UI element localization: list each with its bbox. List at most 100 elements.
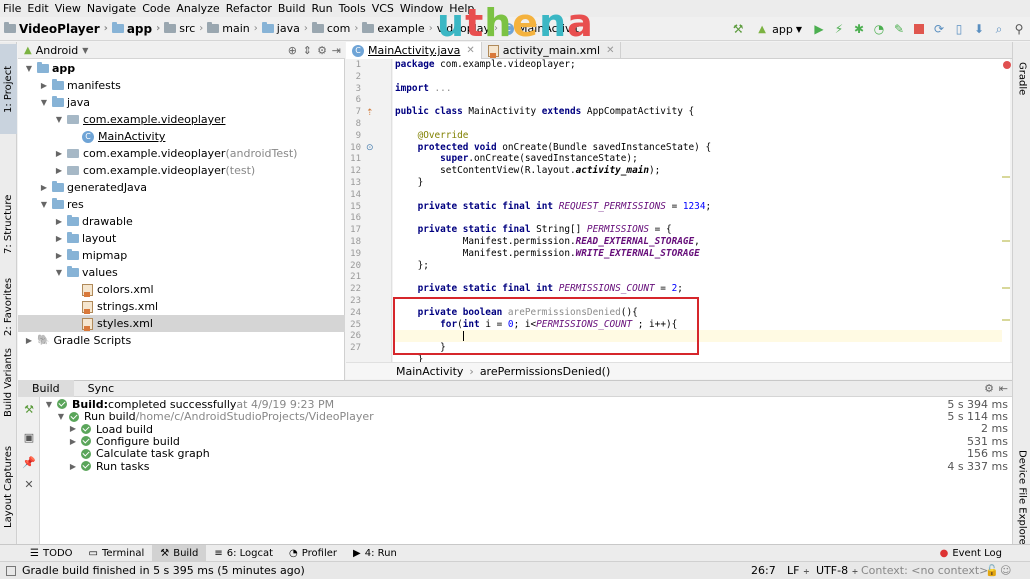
sdk-manager-icon[interactable]: ⬇ — [972, 22, 986, 36]
breadcrumb-java[interactable]: java › — [261, 22, 312, 35]
collapsed-arrow-icon[interactable]: ▶ — [54, 166, 64, 175]
chevron-down-icon[interactable]: ▼ — [82, 46, 88, 55]
breadcrumb-project[interactable]: VideoPlayer › — [4, 22, 112, 36]
tree-item[interactable]: ▼ java — [18, 94, 345, 111]
tab-layout-captures[interactable]: Layout Captures — [0, 437, 17, 537]
breadcrumb-main[interactable]: main › — [207, 22, 261, 35]
tree-item[interactable]: ▶ drawable — [18, 213, 345, 230]
menu-navigate[interactable]: Navigate — [84, 0, 139, 17]
pin-icon[interactable]: 📌 — [22, 455, 36, 469]
collapse-all-icon[interactable]: ⇕ — [303, 44, 312, 57]
tab-gradle[interactable]: Gradle — [1013, 54, 1030, 104]
menu-refactor[interactable]: Refactor — [223, 0, 275, 17]
tree-item[interactable]: strings.xml — [18, 298, 345, 315]
close-icon[interactable]: ✕ — [22, 477, 36, 491]
collapsed-arrow-icon[interactable]: ▶ — [39, 183, 49, 192]
tree-item[interactable]: styles.xml — [18, 315, 345, 332]
file-encoding[interactable]: UTF-8 ÷ — [816, 564, 858, 577]
override-method-icon[interactable]: ⊙ — [366, 143, 374, 153]
tree-item[interactable]: colors.xml — [18, 281, 345, 298]
breadcrumb-class[interactable]: MainActivity — [396, 365, 463, 378]
tree-item[interactable]: ▶ 🐘 Gradle Scripts — [18, 332, 345, 349]
tree-item[interactable]: ▼ com.example.videoplayer — [18, 111, 345, 128]
breadcrumb-src[interactable]: src › — [164, 22, 207, 35]
build-tree-row[interactable]: ▶ Configure build 531 ms — [40, 435, 1012, 448]
close-icon[interactable]: ✕ — [466, 45, 474, 56]
collapsed-arrow-icon[interactable]: ▶ — [54, 234, 64, 243]
toggle-view-icon[interactable]: ▣ — [22, 430, 36, 444]
line-separator[interactable]: LF ÷ — [787, 564, 810, 577]
tree-item[interactable]: ▶ com.example.videoplayer (test) — [18, 162, 345, 179]
close-icon[interactable]: ✕ — [606, 45, 614, 56]
make-project-hammer-icon[interactable]: ⚒ — [731, 22, 745, 36]
gear-icon[interactable]: ⚙ — [984, 382, 994, 395]
collapsed-arrow-icon[interactable]: ▶ — [68, 424, 78, 433]
override-class-icon[interactable]: ⇡ — [366, 108, 374, 118]
tree-item[interactable]: ▼ app — [18, 60, 345, 77]
breadcrumb-example[interactable]: example › — [362, 22, 436, 35]
expanded-arrow-icon[interactable]: ▼ — [56, 412, 66, 421]
apply-changes-icon[interactable]: ⚡ — [832, 22, 846, 36]
tree-item[interactable]: ▶ layout — [18, 230, 345, 247]
tab-mainactivity-java[interactable]: C MainActivity.java ✕ — [346, 42, 482, 59]
tree-item[interactable]: ▼ res — [18, 196, 345, 213]
tree-item[interactable]: C MainActivity — [18, 128, 345, 145]
profile-icon[interactable]: ◔ — [872, 22, 886, 36]
expanded-arrow-icon[interactable]: ▼ — [44, 400, 54, 409]
expanded-arrow-icon[interactable]: ▼ — [54, 115, 64, 124]
expanded-arrow-icon[interactable]: ▼ — [39, 200, 49, 209]
build-tree-row[interactable]: ▶ Load build 2 ms — [40, 422, 1012, 435]
android-profiler-icon[interactable]: ⌕ — [992, 22, 1006, 36]
hide-panel-icon[interactable]: ⇥ — [332, 44, 341, 57]
tab-structure[interactable]: 7: Structure — [0, 172, 17, 277]
bottom-tool-button[interactable]: ◔ Profiler — [281, 545, 345, 562]
expanded-arrow-icon[interactable]: ▼ — [54, 268, 64, 277]
build-tree-row[interactable]: ▶ Run tasks 4 s 337 ms — [40, 460, 1012, 473]
menu-analyze[interactable]: Analyze — [173, 0, 222, 17]
collapsed-arrow-icon[interactable]: ▶ — [39, 81, 49, 90]
collapsed-arrow-icon[interactable]: ▶ — [68, 437, 78, 446]
build-tree-row[interactable]: Calculate task graph 156 ms — [40, 447, 1012, 460]
bottom-tool-button[interactable]: ▶ 4: Run — [345, 545, 405, 562]
collapsed-arrow-icon[interactable]: ▶ — [54, 149, 64, 158]
menu-tools[interactable]: Tools — [336, 0, 369, 17]
tab-sync[interactable]: Sync — [74, 380, 129, 397]
inspector-icon[interactable]: ☺ — [1000, 564, 1011, 577]
context-indicator[interactable]: Context: <no context> — [861, 564, 988, 577]
tab-build-variants[interactable]: Build Variants — [0, 345, 17, 420]
menu-build[interactable]: Build — [275, 0, 309, 17]
expanded-arrow-icon[interactable]: ▼ — [24, 64, 34, 73]
tab-favorites[interactable]: 2: Favorites — [0, 267, 17, 347]
run-configuration-select[interactable]: ▲ app ▼ — [751, 20, 806, 38]
tree-item[interactable]: ▶ com.example.videoplayer (androidTest) — [18, 145, 345, 162]
event-log-button[interactable]: ● Event Log — [932, 545, 1010, 562]
hide-panel-icon[interactable]: ⇤ — [999, 382, 1008, 395]
menu-code[interactable]: Code — [139, 0, 173, 17]
lock-icon[interactable]: 🔓 — [985, 564, 999, 577]
debug-icon[interactable]: ✱ — [852, 22, 866, 36]
collapsed-arrow-icon[interactable]: ▶ — [54, 217, 64, 226]
project-view-select[interactable]: Android — [36, 44, 79, 57]
expanded-arrow-icon[interactable]: ▼ — [39, 98, 49, 107]
menu-run[interactable]: Run — [309, 0, 336, 17]
sync-gradle-icon[interactable]: ⟳ — [932, 22, 946, 36]
stop-icon[interactable] — [912, 22, 926, 36]
collapsed-arrow-icon[interactable]: ▶ — [68, 462, 78, 471]
breadcrumb-method[interactable]: arePermissionsDenied() — [480, 365, 610, 378]
caret-position[interactable]: 26:7 — [751, 564, 776, 577]
hammer-icon[interactable]: ⚒ — [22, 402, 36, 416]
tree-item[interactable]: ▶ manifests — [18, 77, 345, 94]
tab-activity-main-xml[interactable]: activity_main.xml ✕ — [482, 42, 622, 59]
bottom-tool-button[interactable]: ☰ TODO — [22, 545, 81, 562]
bottom-tool-button[interactable]: ⚒ Build — [152, 544, 207, 562]
menu-view[interactable]: View — [52, 0, 84, 17]
avd-manager-icon[interactable]: ▯ — [952, 22, 966, 36]
build-tree-row[interactable]: ▼ Build: completed successfully at 4/9/19… — [40, 398, 1012, 411]
breadcrumb-com[interactable]: com › — [311, 22, 363, 35]
breadcrumb-module[interactable]: app › — [111, 22, 164, 36]
attach-debugger-icon[interactable]: ✎ — [892, 22, 906, 36]
menu-vcs[interactable]: VCS — [369, 0, 397, 17]
tree-item[interactable]: ▼ values — [18, 264, 345, 281]
status-toggle-icon[interactable] — [6, 565, 16, 576]
gear-icon[interactable]: ⚙ — [317, 44, 327, 57]
